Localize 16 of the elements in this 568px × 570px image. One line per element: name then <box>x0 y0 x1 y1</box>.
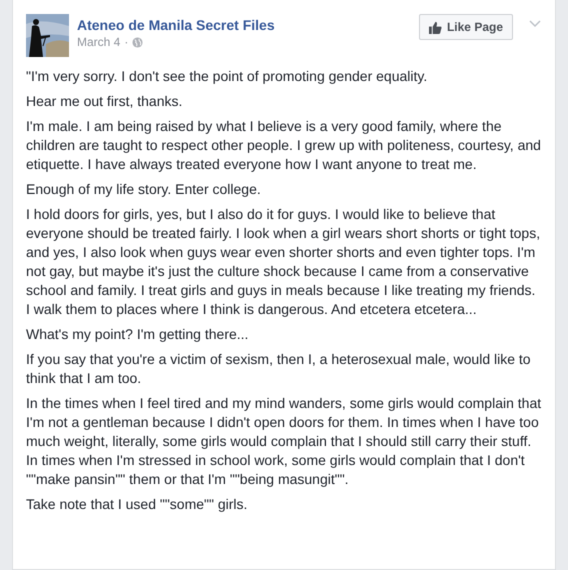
post-paragraph: Hear me out first, thanks. <box>26 92 184 111</box>
post-paragraph: Enough of my life story. Enter college. <box>26 180 262 199</box>
post-paragraph: In the times when I feel tired and my mind wanders, some girls would complain that I'm not a gentleman because I didn't open doors for them. In times when I have too much weight, literally, some girls would complain that I should still carry their stuff. In times when I'm stressed in school work, some girls would complain that I don't ""make pansin"" them or that I'm ""being masungit"". <box>26 394 542 489</box>
chevron-down-icon[interactable] <box>529 20 541 28</box>
post-date: March 4 <box>77 35 120 49</box>
post-paragraph: I'm male. I am being raised by what I believe is a very good family, where the children are taught to respect other people. I grew up with politeness, courtesy, and etiquette. I have always treated everyone how I want anyone to treat me. <box>26 117 542 174</box>
separator-dot: · <box>124 35 128 49</box>
post-paragraph: I hold doors for girls, yes, but I also do it for guys. I would like to believe that everyone should be treated fairly. I look when a girl wears short shorts or tight tops, and yes, I also look when guys wear even shorter shorts and even tighter tops. I'm not gay, but maybe it's just the culture shock because I came from a conservative school and family. I treat girls and guys in meals because I like treating my friends. I walk them to places where I think is dangerous. And etcetera etcetera... <box>26 205 542 319</box>
post-paragraph: Take note that I used ""some"" girls. <box>26 495 248 514</box>
like-page-button[interactable]: Like Page <box>418 14 513 40</box>
post-paragraph: If you say that you're a victim of sexism, then I, a heterosexual male, would like to think that I am too. <box>26 350 532 388</box>
globe-icon <box>132 36 144 48</box>
page-name-link[interactable]: Ateneo de Manila Secret Files <box>77 17 411 33</box>
post-paragraph: "I'm very sorry. I don't see the point of promoting gender equality. <box>26 67 428 86</box>
thumbs-up-icon <box>428 20 442 34</box>
post-paragraph: What's my point? I'm getting there... <box>26 325 250 344</box>
